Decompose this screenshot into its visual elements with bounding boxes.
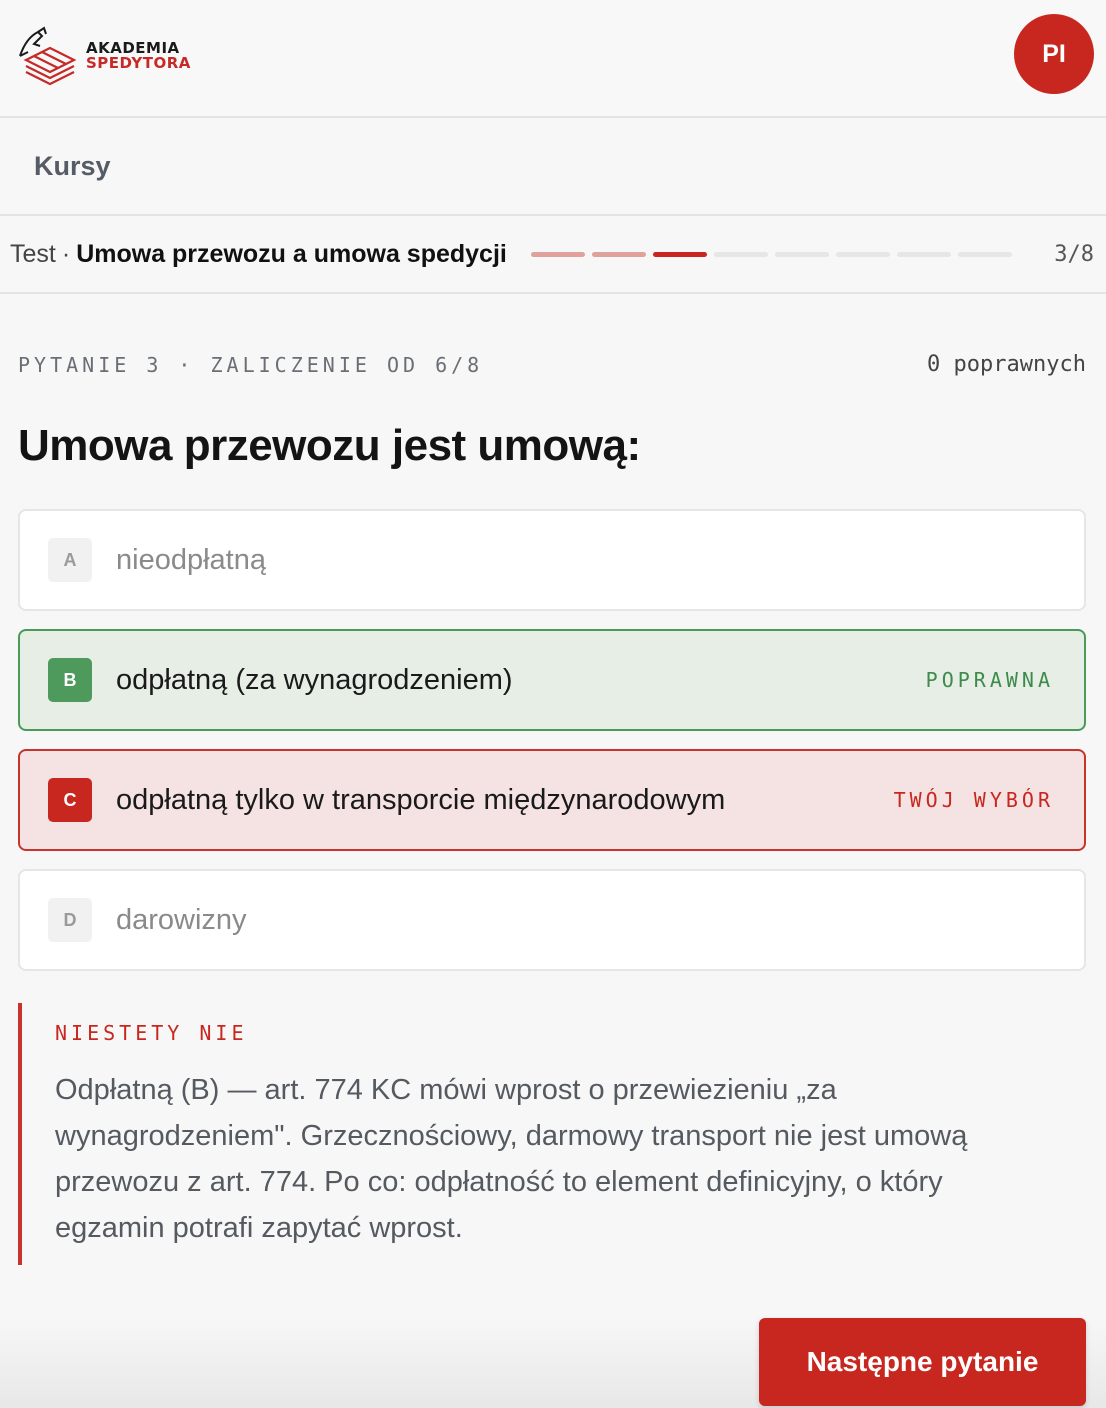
test-prefix: Test [10, 239, 56, 268]
option-text: odpłatną tylko w transporcie międzynarod… [116, 783, 726, 816]
progress-segment [591, 251, 646, 257]
option-text: odpłatną (za wynagrodzeniem) [116, 663, 513, 696]
progress-segment [652, 251, 707, 257]
logo-line-2: SPEDYTORA [86, 54, 191, 72]
test-progress-bar: Test · Umowa przewozu a umowa spedycji 3… [0, 216, 1106, 294]
logo[interactable]: AKADEMIA SPEDYTORA [16, 26, 191, 86]
answer-option-a[interactable]: A nieodpłatną [18, 509, 1086, 611]
option-status-tag: POPRAWNA [925, 668, 1054, 692]
progress-segment [896, 251, 951, 257]
option-text: darowizny [116, 903, 247, 936]
option-status-tag: TWÓJ WYBÓR [893, 788, 1054, 812]
question-meta: PYTANIE 3 · ZALICZENIE OD 6/8 [18, 352, 484, 377]
progress-segment [957, 251, 1012, 257]
logo-text: AKADEMIA SPEDYTORA [86, 41, 191, 71]
user-avatar[interactable]: PI [1014, 14, 1094, 94]
question-text: Umowa przewozu jest umową: [18, 421, 641, 470]
option-letter-badge: C [48, 778, 92, 822]
main-nav: Kursy [0, 118, 1106, 216]
logo-icon [19, 26, 77, 86]
top-bar: AKADEMIA SPEDYTORA PI [0, 0, 1106, 118]
option-text: nieodpłatną [116, 543, 266, 576]
progress-segment [713, 251, 768, 257]
answer-options: A nieodpłatną B odpłatną (za wynagrodzen… [18, 509, 1086, 971]
progress-segment [835, 251, 890, 257]
next-question-button[interactable]: Następne pytanie [759, 1318, 1086, 1406]
progress-segment [530, 251, 585, 257]
option-letter-badge: A [48, 538, 92, 582]
answer-option-b[interactable]: B odpłatną (za wynagrodzeniem) POPRAWNA [18, 629, 1086, 731]
progress-segments [530, 251, 1012, 257]
feedback-explanation: Odpłatną (B) — art. 774 KC mówi wprost o… [55, 1074, 968, 1244]
feedback-title: NIESTETY NIE [55, 1021, 248, 1045]
correct-count: 0 poprawnych [927, 352, 1086, 377]
answer-feedback: NIESTETY NIE Odpłatną (B) — art. 774 KC … [18, 1003, 1086, 1265]
question-meta-row: PYTANIE 3 · ZALICZENIE OD 6/8 0 poprawny… [18, 352, 1086, 377]
question-counter: 3/8 [1054, 241, 1094, 267]
answer-option-d[interactable]: D darowizny [18, 869, 1086, 971]
question-panel: PYTANIE 3 · ZALICZENIE OD 6/8 0 poprawny… [0, 352, 1106, 1265]
answer-option-c[interactable]: C odpłatną tylko w transporcie międzynar… [18, 749, 1086, 851]
progress-segment [774, 251, 829, 257]
nav-courses-link[interactable]: Kursy [34, 151, 111, 182]
breadcrumb-separator: · [61, 239, 71, 268]
option-letter-badge: D [48, 898, 92, 942]
test-title: Umowa przewozu a umowa spedycji [76, 239, 507, 268]
option-letter-badge: B [48, 658, 92, 702]
